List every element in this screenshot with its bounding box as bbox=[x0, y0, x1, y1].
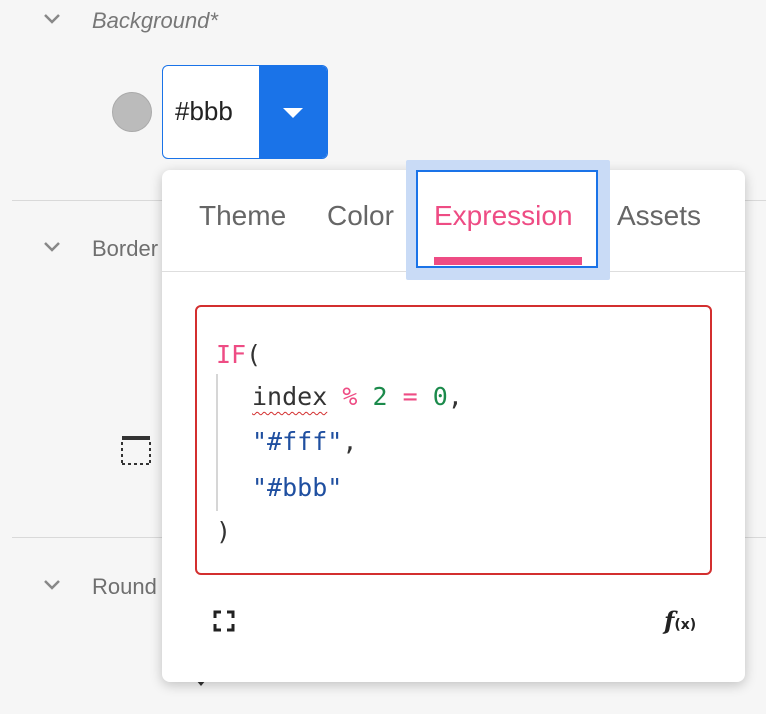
tab-theme[interactable]: Theme bbox=[199, 200, 286, 232]
chevron-down-icon[interactable] bbox=[42, 240, 62, 254]
number-literal: 2 bbox=[372, 382, 388, 411]
code-line-4: "#bbb" bbox=[252, 473, 342, 502]
open-paren: ( bbox=[246, 340, 262, 369]
comma: , bbox=[447, 382, 463, 411]
code-line-3: "#fff", bbox=[252, 427, 357, 456]
code-line-5: ) bbox=[216, 517, 231, 546]
border-section-title: Border bbox=[92, 236, 159, 261]
popover-tabs: Theme Color Expression Assets bbox=[162, 160, 745, 280]
code-line-1: IF( bbox=[216, 340, 261, 369]
color-value-text[interactable]: #bbb bbox=[175, 96, 233, 127]
tab-color[interactable]: Color bbox=[327, 200, 394, 232]
number-literal: 0 bbox=[432, 382, 448, 411]
string-literal: "#bbb" bbox=[252, 473, 343, 502]
fullscreen-icon[interactable] bbox=[213, 610, 235, 632]
indent-guide bbox=[216, 374, 218, 511]
modulo-operator: % bbox=[342, 382, 358, 411]
rounding-section-title: Round bbox=[92, 574, 157, 599]
active-tab-indicator bbox=[434, 257, 582, 265]
chevron-down-icon[interactable] bbox=[42, 578, 62, 592]
tab-expression[interactable]: Expression bbox=[434, 200, 573, 232]
identifier-index: index bbox=[252, 382, 328, 411]
background-section-title: Background* bbox=[92, 8, 218, 33]
chevron-down-icon[interactable] bbox=[42, 12, 62, 26]
color-picker-popover: Theme Color Expression Assets IF( index … bbox=[162, 160, 745, 682]
equals-operator: = bbox=[402, 382, 418, 411]
fx-sub: (x) bbox=[674, 617, 697, 633]
if-keyword: IF bbox=[216, 340, 247, 369]
color-dropdown-button[interactable] bbox=[259, 66, 327, 158]
color-value-field[interactable]: #bbb bbox=[162, 65, 328, 159]
function-icon[interactable]: f(x) bbox=[664, 606, 696, 635]
caret-down-icon bbox=[283, 108, 303, 118]
fx-label: f bbox=[664, 606, 675, 635]
tab-assets[interactable]: Assets bbox=[617, 200, 701, 232]
border-top-icon[interactable] bbox=[120, 434, 152, 466]
code-line-2: index % 2 = 0, bbox=[252, 382, 463, 411]
color-swatch[interactable] bbox=[112, 92, 152, 132]
string-literal: "#fff" bbox=[252, 427, 343, 456]
expression-editor[interactable]: IF( index % 2 = 0, "#fff", "#bbb" ) bbox=[195, 305, 712, 575]
close-paren: ) bbox=[216, 517, 232, 546]
comma: , bbox=[342, 427, 358, 456]
